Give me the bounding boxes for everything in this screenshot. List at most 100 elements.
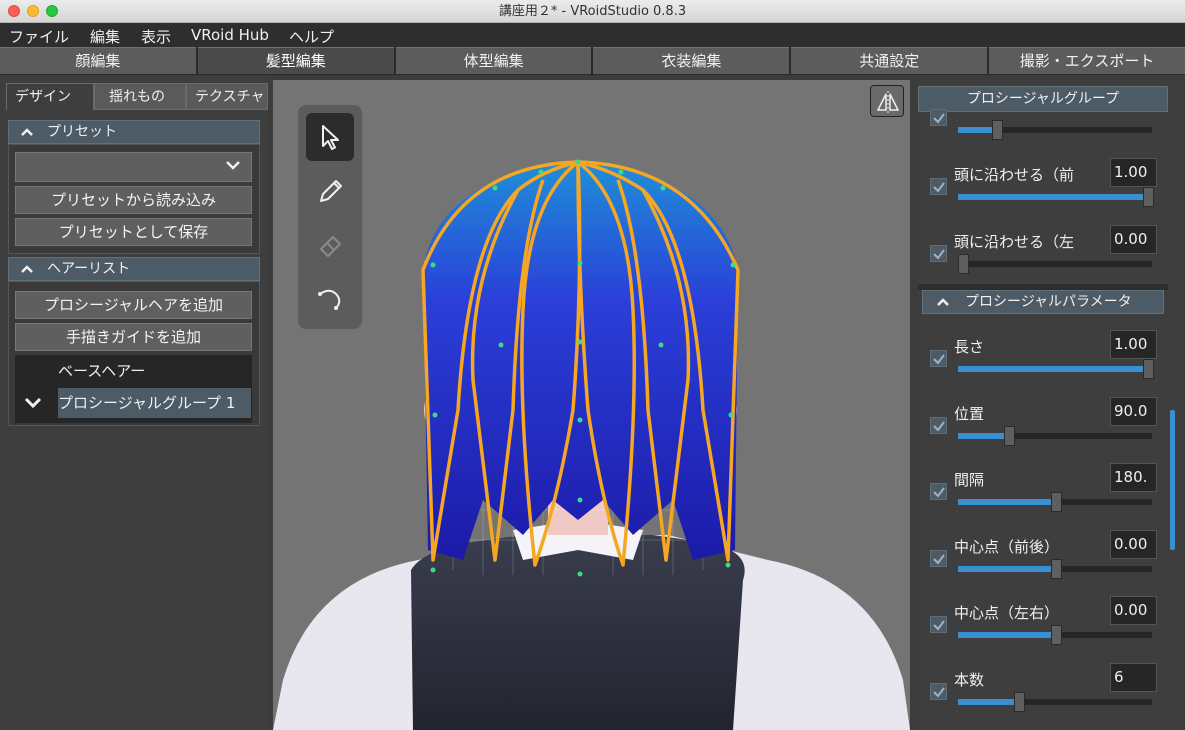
- curve-icon: [318, 289, 341, 310]
- preset-select[interactable]: [15, 152, 252, 182]
- param-slider-fill: [958, 698, 1016, 705]
- eraser-tool[interactable]: [306, 221, 354, 269]
- menu-edit[interactable]: 編集: [90, 26, 120, 47]
- menu-file[interactable]: ファイル: [9, 26, 69, 47]
- mirror-button[interactable]: [870, 85, 904, 117]
- add-procedural-hair-button[interactable]: プロシージャルヘアを追加: [15, 291, 252, 319]
- param-slider-fill: [958, 366, 1152, 372]
- param-slider-thumb[interactable]: [1143, 187, 1154, 207]
- procedural-params-title: プロシージャルパラメータ: [965, 294, 1132, 310]
- hair-list-item[interactable]: ベースヘアー: [58, 356, 145, 386]
- param-label: 頭に沿わせる（前: [954, 166, 1075, 184]
- menu-view[interactable]: 表示: [141, 26, 171, 47]
- param-slider[interactable]: [958, 691, 1152, 712]
- menu-help[interactable]: ヘルプ: [289, 26, 334, 47]
- param-checkbox[interactable]: [930, 178, 947, 195]
- tab-hair-edit[interactable]: 髪型編集: [197, 47, 394, 74]
- tab-photo-export[interactable]: 撮影・エクスポート: [989, 47, 1185, 74]
- zoom-window-button[interactable]: [46, 5, 58, 17]
- param-value-input[interactable]: 1.00: [1110, 330, 1157, 359]
- param-slider-thumb[interactable]: [958, 254, 969, 274]
- preset-section-title: プリセット: [47, 124, 117, 140]
- param-label: 本数: [954, 670, 985, 689]
- param-slider-thumb[interactable]: [1014, 691, 1025, 712]
- param-slider-fill: [958, 499, 1055, 505]
- pencil-icon: [320, 180, 342, 202]
- pointer-tool[interactable]: [306, 113, 354, 161]
- param-slider[interactable]: [958, 120, 1152, 140]
- curve-tool[interactable]: [306, 275, 354, 323]
- param-label: 間隔: [954, 471, 985, 489]
- add-guide-button[interactable]: 手描きガイドを追加: [15, 323, 252, 351]
- param-slider-fill: [958, 632, 1055, 638]
- tab-face-edit[interactable]: 顔編集: [0, 47, 196, 74]
- param-value-input[interactable]: 1.00: [1110, 158, 1157, 187]
- param-slider[interactable]: [958, 625, 1152, 645]
- subtab-texture[interactable]: テクスチャ: [186, 83, 268, 110]
- param-checkbox[interactable]: [930, 109, 947, 126]
- param-slider-thumb[interactable]: [1143, 359, 1154, 379]
- chevron-down-icon[interactable]: [24, 395, 42, 414]
- tab-body-edit[interactable]: 体型編集: [395, 47, 592, 74]
- check-icon: [933, 487, 945, 498]
- menu-bar: ファイル 編集 表示 VRoid Hub ヘルプ: [0, 23, 1185, 47]
- param-slider-thumb[interactable]: [1051, 558, 1062, 579]
- param-label: 頭に沿わせる（左: [954, 233, 1075, 251]
- param-value-input[interactable]: 6: [1110, 662, 1157, 692]
- minimize-window-button[interactable]: [27, 5, 39, 17]
- tab-common-settings[interactable]: 共通設定: [791, 47, 988, 74]
- 3d-viewport[interactable]: [273, 80, 910, 730]
- hairlist-section-title: ヘアーリスト: [47, 261, 131, 277]
- right-panel-scrollbar[interactable]: [1170, 410, 1175, 550]
- hair-list: ベースヘアー プロシージャルグループ 1: [15, 355, 252, 423]
- param-slider[interactable]: [958, 187, 1154, 207]
- param-slider-thumb[interactable]: [1051, 625, 1062, 645]
- check-icon: [933, 113, 945, 124]
- check-icon: [933, 553, 945, 565]
- param-checkbox[interactable]: [930, 416, 947, 434]
- param-checkbox[interactable]: [930, 350, 947, 367]
- chevron-up-icon: [937, 291, 949, 320]
- param-label: 長さ: [954, 338, 985, 356]
- tab-outfit-edit[interactable]: 衣装編集: [593, 47, 790, 74]
- check-icon: [933, 620, 945, 631]
- param-slider[interactable]: [958, 558, 1152, 579]
- param-checkbox[interactable]: [930, 549, 947, 567]
- param-slider[interactable]: [958, 254, 1152, 274]
- hairlist-section-header[interactable]: ヘアーリスト: [8, 257, 260, 281]
- hair-list-item-selected[interactable]: プロシージャルグループ 1: [58, 388, 251, 418]
- param-slider[interactable]: [958, 425, 1152, 446]
- menu-vroid-hub[interactable]: VRoid Hub: [191, 26, 269, 44]
- param-slider[interactable]: [958, 492, 1152, 512]
- param-checkbox[interactable]: [930, 616, 947, 633]
- param-checkbox[interactable]: [930, 682, 947, 700]
- window-title: 講座用２* - VRoidStudio 0.8.3: [498, 4, 687, 19]
- load-preset-button[interactable]: プリセットから読み込み: [15, 186, 252, 214]
- param-checkbox[interactable]: [930, 245, 947, 262]
- param-slider-thumb[interactable]: [1004, 425, 1015, 446]
- param-value-input[interactable]: 90.0: [1110, 396, 1157, 426]
- subtab-swaying[interactable]: 揺れもの: [94, 83, 186, 110]
- right-panel: プロシージャルグループ 頭に沿わせる（前 1.00 頭に沿わせる（左 0.00: [918, 80, 1185, 730]
- hairlist-section: プロシージャルヘアを追加 手描きガイドを追加 ベースヘアー プロシージャルグルー…: [8, 281, 260, 426]
- pencil-tool[interactable]: [306, 167, 354, 215]
- subtab-design[interactable]: デザイン: [6, 83, 94, 110]
- main-tabs: 顔編集 髪型編集 体型編集 衣装編集 共通設定 撮影・エクスポート: [0, 47, 1185, 75]
- param-value-input[interactable]: 0.00: [1110, 529, 1157, 559]
- eraser-icon: [320, 236, 341, 257]
- draw-toolbar: [298, 105, 362, 329]
- param-value-input[interactable]: 0.00: [1110, 596, 1157, 625]
- procedural-params-header[interactable]: プロシージャルパラメータ: [922, 290, 1164, 314]
- window-titlebar: 講座用２* - VRoidStudio 0.8.3: [0, 0, 1185, 23]
- param-label: 位置: [954, 404, 985, 423]
- check-icon: [933, 420, 945, 432]
- preset-section-header[interactable]: プリセット: [8, 120, 260, 144]
- param-slider[interactable]: [958, 359, 1154, 379]
- param-value-input[interactable]: 180.: [1110, 463, 1157, 492]
- param-checkbox[interactable]: [930, 483, 947, 500]
- param-value-input[interactable]: 0.00: [1110, 225, 1157, 254]
- save-preset-button[interactable]: プリセットとして保存: [15, 218, 252, 246]
- param-slider-thumb[interactable]: [1051, 492, 1062, 512]
- param-slider-fill: [958, 194, 1152, 200]
- close-window-button[interactable]: [8, 5, 20, 17]
